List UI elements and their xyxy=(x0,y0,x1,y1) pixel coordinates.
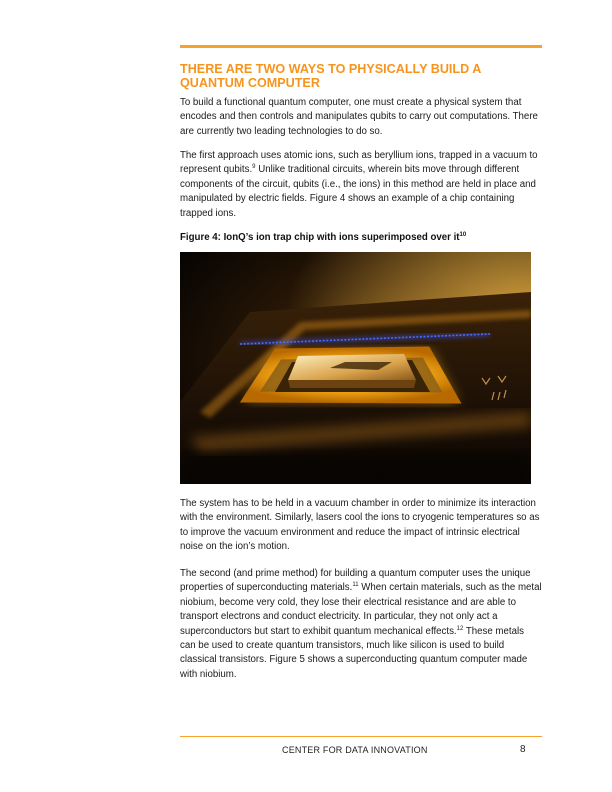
page-number: 8 xyxy=(520,744,526,755)
section-heading: THERE ARE TWO WAYS TO PHYSICALLY BUILD A… xyxy=(180,62,481,90)
intro-paragraph: To build a functional quantum computer, … xyxy=(180,97,538,137)
ion-approach-paragraph: The first approach uses atomic ions, suc… xyxy=(180,149,542,221)
footer-rule xyxy=(180,736,542,737)
footnote-ref-10[interactable]: 10 xyxy=(460,232,467,238)
footer-organization: CENTER FOR DATA INNOVATION xyxy=(282,745,428,755)
superconducting-paragraph: The second (and prime method) for buildi… xyxy=(180,567,542,682)
figure-caption: Figure 4: IonQ’s ion trap chip with ions… xyxy=(180,231,542,244)
vacuum-paragraph: The system has to be held in a vacuum ch… xyxy=(180,498,540,553)
figure-caption-text: Figure 4: IonQ’s ion trap chip with ions… xyxy=(180,232,460,243)
header-rule xyxy=(180,45,542,48)
ion-trap-chip-photo xyxy=(180,252,531,484)
